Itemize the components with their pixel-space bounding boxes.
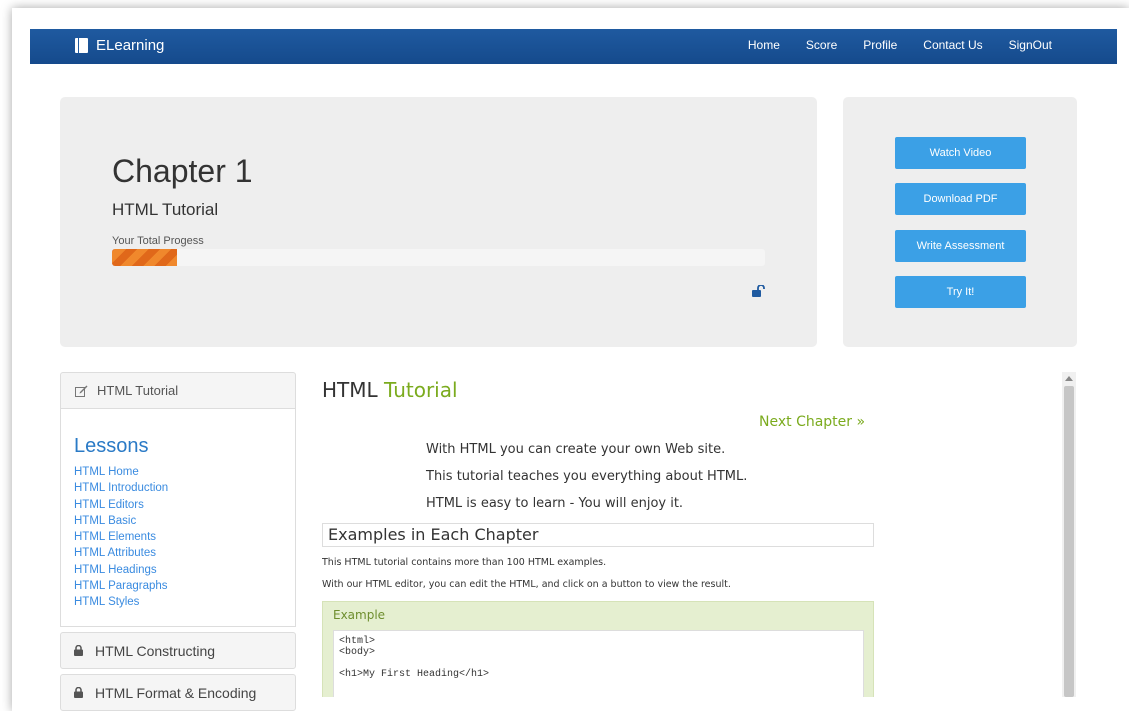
chapter-header: Chapter 1 HTML Tutorial Your Total Proge… (60, 97, 817, 347)
lesson-link-html-attributes[interactable]: HTML Attributes (74, 545, 282, 561)
content-title-accent: Tutorial (384, 378, 458, 402)
scroll-up-arrow-icon[interactable] (1065, 376, 1073, 381)
progress-label: Your Total Progess (112, 235, 204, 247)
code-example: <html> <body> <h1>My First Heading</h1> (333, 630, 864, 697)
sidebar-module-label: HTML Tutorial (97, 383, 179, 398)
action-panel: Watch Video Download PDF Write Assessmen… (843, 97, 1077, 347)
lock-icon (74, 687, 83, 698)
scroll-thumb[interactable] (1064, 386, 1074, 697)
content-title-main: HTML (322, 378, 378, 402)
progress-fill (112, 249, 178, 266)
lesson-link-html-home[interactable]: HTML Home (74, 464, 282, 480)
lesson-link-html-styles[interactable]: HTML Styles (74, 594, 282, 610)
sidebar: HTML Tutorial Lessons HTML Home HTML Int… (60, 372, 296, 711)
brand[interactable]: ELearning (75, 37, 164, 54)
content-scrollbar[interactable] (1062, 372, 1076, 697)
intro-line: This tutorial teaches you everything abo… (426, 469, 748, 484)
chapter-subtitle: HTML Tutorial (112, 200, 219, 219)
lesson-link-html-paragraphs[interactable]: HTML Paragraphs (74, 578, 282, 594)
nav-contact-us[interactable]: Contact Us (923, 38, 982, 52)
lesson-link-html-introduction[interactable]: HTML Introduction (74, 480, 282, 496)
lesson-link-html-editors[interactable]: HTML Editors (74, 497, 282, 513)
lessons-panel: Lessons HTML Home HTML Introduction HTML… (60, 409, 296, 627)
locked-module-html-constructing[interactable]: HTML Constructing (60, 632, 296, 669)
top-navbar: ELearning Home Score Profile Contact Us … (30, 29, 1117, 64)
nav-profile[interactable]: Profile (863, 38, 897, 52)
lessons-title: Lessons (74, 435, 149, 457)
nav-signout[interactable]: SignOut (1009, 38, 1052, 52)
try-it-button[interactable]: Try It! (895, 276, 1026, 308)
lesson-link-html-headings[interactable]: HTML Headings (74, 562, 282, 578)
intro-line: HTML is easy to learn - You will enjoy i… (426, 496, 684, 511)
chapter-title: Chapter 1 (112, 153, 253, 189)
locked-module-label: HTML Format & Encoding (95, 684, 257, 701)
book-icon (75, 38, 88, 53)
write-assessment-button[interactable]: Write Assessment (895, 230, 1026, 262)
watch-video-button[interactable]: Watch Video (895, 137, 1026, 169)
tutorial-content: HTML Tutorial Next Chapter » With HTML y… (322, 372, 1062, 697)
sidebar-current-module[interactable]: HTML Tutorial (60, 372, 296, 409)
unlock-icon[interactable] (752, 285, 766, 297)
nav-score[interactable]: Score (806, 38, 837, 52)
brand-name: ELearning (96, 37, 165, 54)
download-pdf-button[interactable]: Download PDF (895, 183, 1026, 215)
lesson-link-html-elements[interactable]: HTML Elements (74, 529, 282, 545)
lesson-link-html-basic[interactable]: HTML Basic (74, 513, 282, 529)
progress-bar (112, 249, 765, 266)
nav-links: Home Score Profile Contact Us SignOut (748, 38, 1052, 52)
section-text: This HTML tutorial contains more than 10… (322, 557, 607, 568)
lock-icon (74, 645, 83, 656)
section-title: Examples in Each Chapter (322, 523, 874, 547)
section-text: With our HTML editor, you can edit the H… (322, 579, 731, 590)
example-box: Example <html> <body> <h1>My First Headi… (322, 601, 874, 697)
edit-icon (75, 385, 88, 397)
example-label: Example (333, 608, 386, 622)
content-title: HTML Tutorial (322, 378, 458, 402)
locked-module-html-format-encoding[interactable]: HTML Format & Encoding (60, 674, 296, 711)
intro-line: With HTML you can create your own Web si… (426, 442, 726, 457)
nav-home[interactable]: Home (748, 38, 780, 52)
next-chapter-link[interactable]: Next Chapter » (759, 414, 865, 430)
locked-module-label: HTML Constructing (95, 642, 216, 659)
